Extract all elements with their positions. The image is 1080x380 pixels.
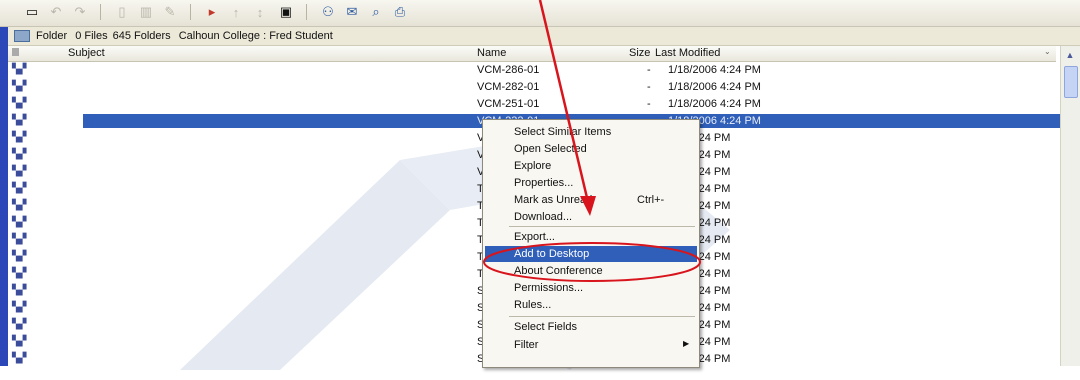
menu-item-export[interactable]: Export... <box>485 229 697 245</box>
users-icon[interactable]: ⚇ <box>318 3 338 21</box>
scroll-up-icon[interactable]: ▲ <box>1063 48 1077 62</box>
menu-item-download[interactable]: Download... <box>485 209 697 225</box>
row-size: - <box>647 98 651 110</box>
conference-folder-icon: ▚▞ <box>12 200 26 211</box>
menu-item-label: Download... <box>514 211 573 223</box>
menu-item-open-selected[interactable]: Open Selected <box>485 141 697 157</box>
menu-item-select-fields[interactable]: Select Fields <box>485 319 697 335</box>
path-bar: Folder 0 Files 645 Folders Calhoun Colle… <box>8 27 1080 46</box>
table-row[interactable]: ▚▞ VCM-286-01 - 1/18/2006 4:24 PM <box>8 62 1056 79</box>
column-last-modified[interactable]: Last Modified <box>655 47 720 59</box>
toolbar-separator <box>100 4 101 20</box>
menu-item-label: Properties... <box>514 177 574 189</box>
column-size[interactable]: Size <box>629 47 650 59</box>
folder-view-icon[interactable]: ▣ <box>276 3 296 21</box>
row-modified: 1/18/2006 4:24 PM <box>668 98 761 110</box>
menu-item-filter[interactable]: Filter ▶ <box>485 337 697 353</box>
menu-item-label: Add to Desktop <box>514 248 590 260</box>
print-icon[interactable]: ⎙ <box>390 3 410 21</box>
path-folders-count: 645 Folders <box>112 30 171 42</box>
paste-icon[interactable]: ✎ <box>160 3 180 21</box>
menu-item-label: Export... <box>514 231 555 243</box>
conference-folder-icon: ▚▞ <box>12 234 26 245</box>
vertical-scrollbar[interactable]: ▲ <box>1060 46 1080 366</box>
menu-item-properties[interactable]: Properties... <box>485 175 697 191</box>
sort-up-icon[interactable]: ↑ <box>226 3 246 21</box>
conference-folder-icon: ▚▞ <box>12 217 26 228</box>
menu-item-add-to-desktop[interactable]: Add to Desktop <box>485 246 697 262</box>
context-menu: Select Similar Items Open Selected Explore… <box>482 119 700 368</box>
conference-folder-icon: ▚▞ <box>12 353 26 364</box>
toolbar: ▭ ↶ ↷ ▯ ▥ ✎ ▸ ↑ ↕ ▣ ⚇ ✉ ⌕ ⎙ <box>0 0 1080 27</box>
toolbar-separator <box>190 4 191 20</box>
path-folder-label: Folder <box>36 30 68 42</box>
conference-folder-icon: ▚▞ <box>12 132 26 143</box>
conference-folder-icon: ▚▞ <box>12 251 26 262</box>
menu-item-mark-as-unread[interactable]: Mark as Unread Ctrl+- <box>485 192 697 208</box>
row-name: VCM-282-01 <box>477 81 540 93</box>
menu-item-label: Permissions... <box>514 282 584 294</box>
table-row[interactable]: ▚▞ VCM-251-01 - 1/18/2006 4:24 PM <box>8 96 1056 113</box>
menu-separator <box>509 316 695 317</box>
scroll-thumb[interactable] <box>1064 66 1078 98</box>
menu-item-label: About Conference <box>514 265 603 277</box>
copy-icon[interactable]: ▥ <box>136 3 156 21</box>
conference-folder-icon: ▚▞ <box>12 149 26 160</box>
conference-folder-icon: ▚▞ <box>12 81 26 92</box>
folder-nav-icon[interactable]: ▭ <box>22 3 42 21</box>
menu-item-label: Rules... <box>514 299 552 311</box>
menu-item-shortcut: Ctrl+- <box>637 194 665 206</box>
folder-icon <box>14 30 30 42</box>
menu-item-label: Select Fields <box>514 321 577 333</box>
conference-folder-icon: ▚▞ <box>12 268 26 279</box>
menu-item-label: Mark as Unread <box>514 194 593 206</box>
conference-folder-icon: ▚▞ <box>12 166 26 177</box>
row-modified: 1/18/2006 4:24 PM <box>668 64 761 76</box>
toolbar-separator <box>306 4 307 20</box>
table-row[interactable]: ▚▞ VCM-282-01 - 1/18/2006 4:24 PM <box>8 79 1056 96</box>
left-strip <box>0 27 8 366</box>
menu-item-select-similar-items[interactable]: Select Similar Items <box>485 124 697 140</box>
path-location: Calhoun College : Fred Student <box>178 30 333 42</box>
conference-folder-icon: ▚▞ <box>12 183 26 194</box>
menu-item-label: Select Similar Items <box>514 126 612 138</box>
flag-icon[interactable]: ▸ <box>202 3 222 21</box>
cut-icon[interactable]: ▯ <box>112 3 132 21</box>
menu-item-about-conference[interactable]: About Conference <box>485 263 697 279</box>
menu-item-permissions[interactable]: Permissions... <box>485 280 697 296</box>
row-size: - <box>647 64 651 76</box>
conference-folder-icon: ▚▞ <box>12 98 26 109</box>
checkbox-column-icon[interactable] <box>12 48 19 56</box>
search-icon[interactable]: ⌕ <box>366 3 386 21</box>
menu-item-label: Filter <box>514 339 539 351</box>
column-dropdown-icon[interactable]: ⌄ <box>1044 47 1051 56</box>
conference-folder-icon: ▚▞ <box>12 302 26 313</box>
forward-icon[interactable]: ↷ <box>70 3 90 21</box>
column-name[interactable]: Name <box>477 47 506 59</box>
row-name: VCM-286-01 <box>477 64 540 76</box>
menu-item-explore[interactable]: Explore <box>485 158 697 174</box>
conference-folder-icon: ▚▞ <box>12 319 26 330</box>
sort-down-icon[interactable]: ↕ <box>250 3 270 21</box>
menu-separator <box>509 226 695 227</box>
menu-item-label: Explore <box>514 160 552 172</box>
column-header: ≡ Subject Name Size Last Modified ⌄ <box>8 46 1056 62</box>
row-name: VCM-251-01 <box>477 98 540 110</box>
row-size: - <box>647 81 651 93</box>
conference-folder-icon: ▚▞ <box>12 285 26 296</box>
send-icon[interactable]: ✉ <box>342 3 362 21</box>
path-files-count: 0 Files <box>75 30 108 42</box>
menu-item-label: Open Selected <box>514 143 587 155</box>
row-modified: 1/18/2006 4:24 PM <box>668 81 761 93</box>
conference-folder-icon: ▚▞ <box>12 336 26 347</box>
conference-folder-icon: ▚▞ <box>12 115 26 126</box>
back-icon[interactable]: ↶ <box>46 3 66 21</box>
submenu-arrow-icon: ▶ <box>683 339 690 348</box>
menu-item-rules[interactable]: Rules... <box>485 297 697 313</box>
column-subject[interactable]: Subject <box>68 47 105 59</box>
conference-folder-icon: ▚▞ <box>12 64 26 75</box>
